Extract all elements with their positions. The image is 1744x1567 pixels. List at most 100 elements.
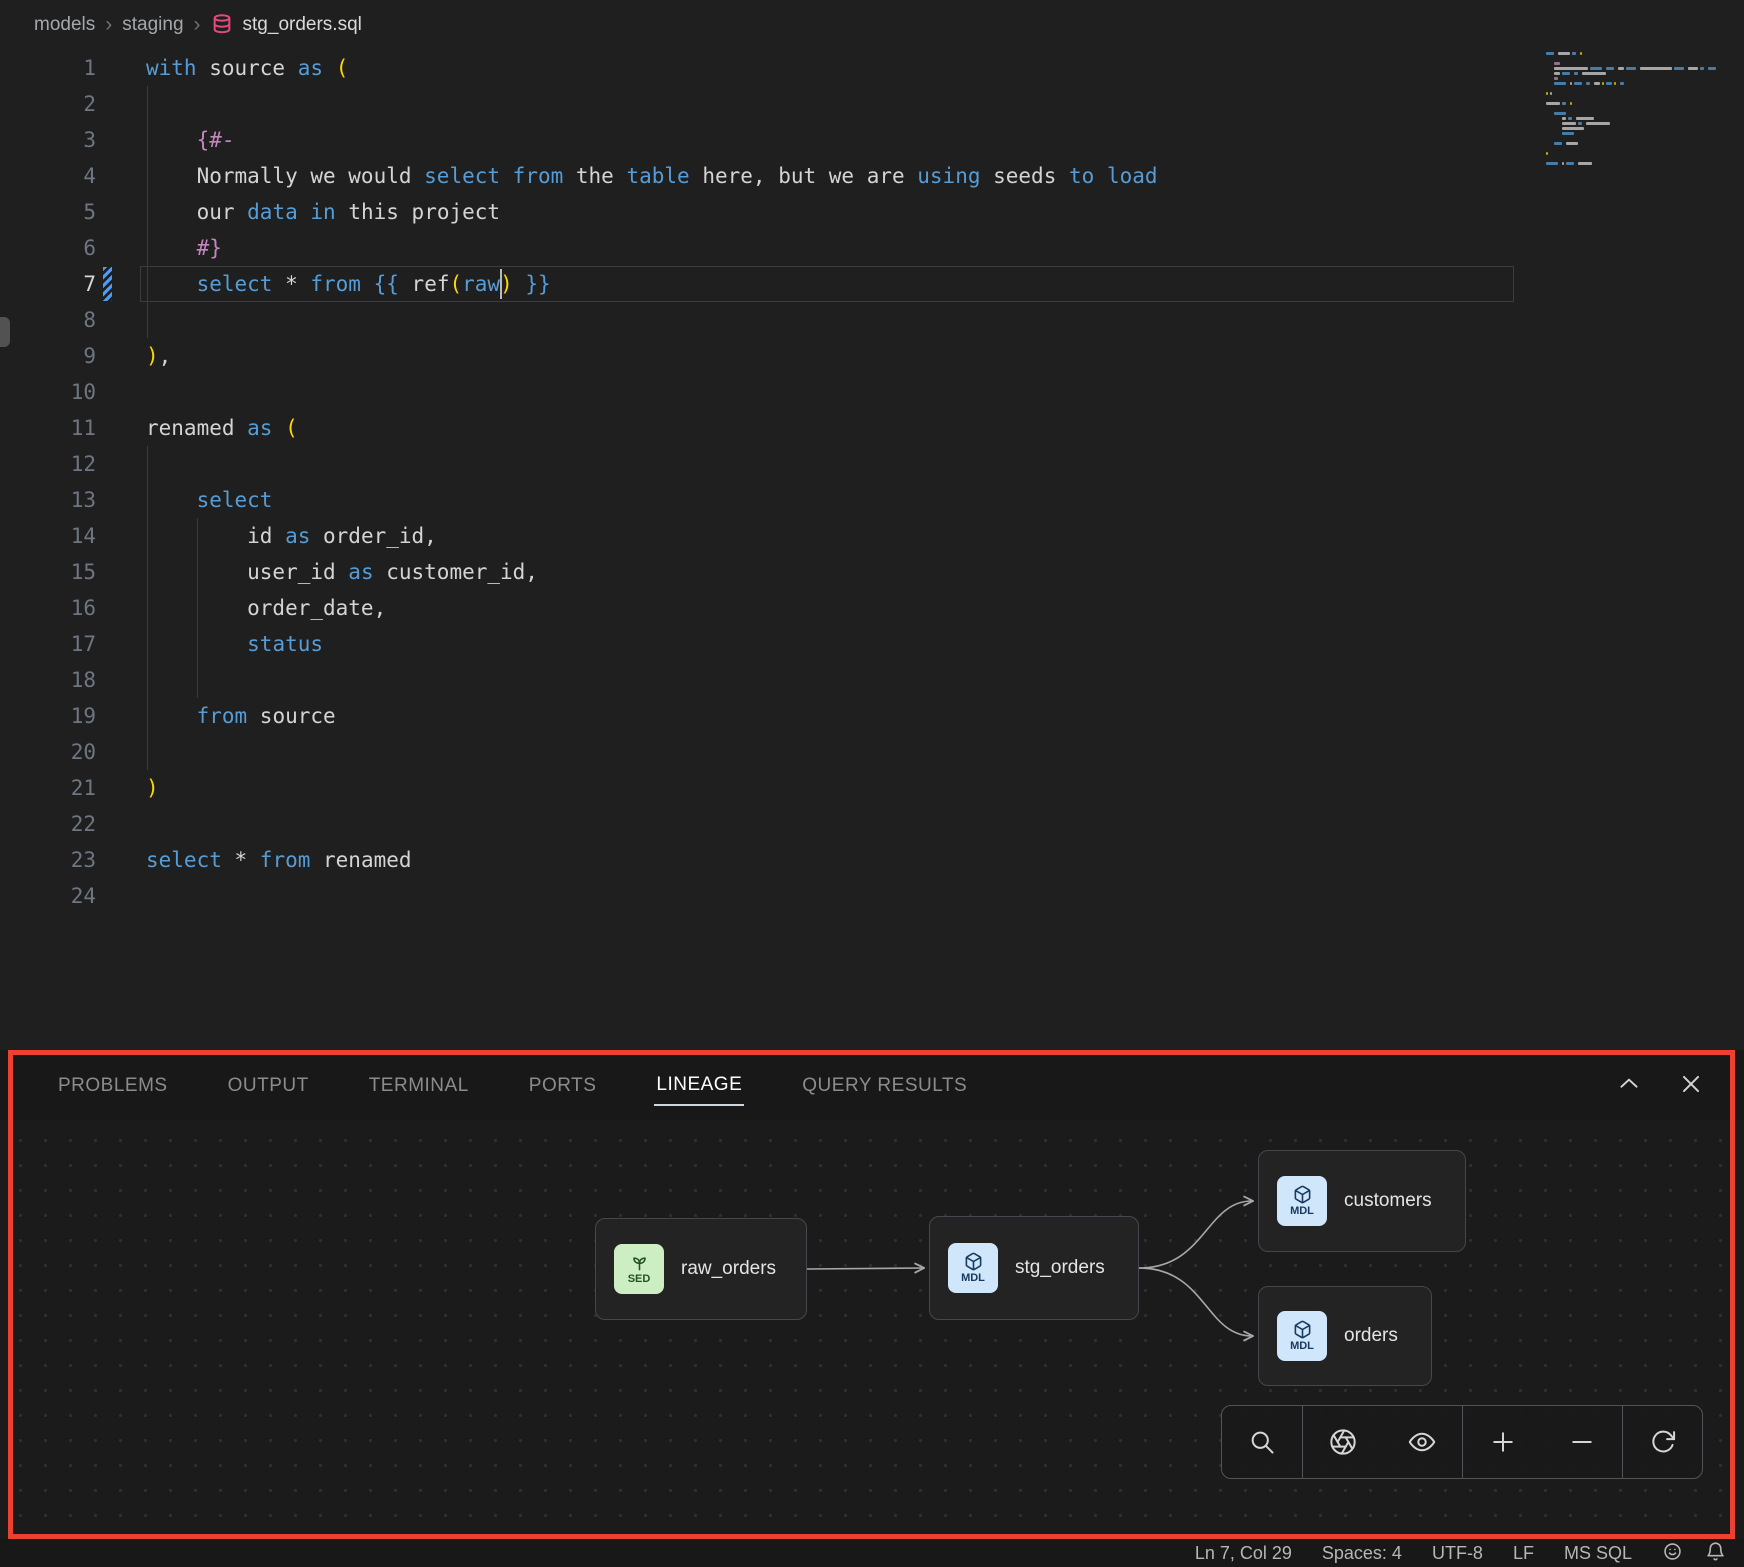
node-label: raw_orders <box>681 1258 776 1280</box>
line-number: 13 <box>0 482 96 518</box>
chevron-right-icon: › <box>194 13 201 37</box>
status-lf[interactable]: LF <box>1513 1543 1534 1564</box>
line-number: 18 <box>0 662 96 698</box>
code-line[interactable]: #} <box>146 230 1158 266</box>
breadcrumb-file[interactable]: stg_orders.sql <box>243 14 362 36</box>
line-number: 11 <box>0 410 96 446</box>
line-number: 6 <box>0 230 96 266</box>
node-label: customers <box>1344 1190 1432 1212</box>
lineage-node-orders[interactable]: MDL orders <box>1258 1286 1432 1386</box>
bell-icon <box>1705 1541 1726 1562</box>
lineage-node-raw_orders[interactable]: SED raw_orders <box>595 1218 807 1320</box>
line-number: 14 <box>0 518 96 554</box>
feedback-icon <box>1662 1541 1683 1562</box>
code-line[interactable]: select * from renamed <box>146 842 1158 878</box>
line-number: 9 <box>0 338 96 374</box>
code-line[interactable] <box>146 446 1158 482</box>
refresh-button[interactable] <box>1622 1406 1702 1478</box>
code-line[interactable]: {#- <box>146 122 1158 158</box>
eye-button[interactable] <box>1382 1406 1462 1478</box>
aperture-icon <box>1329 1428 1357 1456</box>
zoom-in-icon <box>1489 1428 1517 1456</box>
status-utf-8[interactable]: UTF-8 <box>1432 1543 1483 1564</box>
breadcrumb-item-staging[interactable]: staging <box>122 14 183 36</box>
line-number: 7 <box>0 266 96 302</box>
chevron-up-icon <box>1616 1071 1642 1097</box>
code-line[interactable] <box>146 662 1158 698</box>
line-number: 21 <box>0 770 96 806</box>
panel-tab-bar: PROBLEMS OUTPUT TERMINAL PORTS LINEAGE QUERY … <box>0 1050 1744 1120</box>
close-icon <box>1678 1071 1704 1097</box>
code-content[interactable]: with source as ( {#- Normally we would s… <box>146 50 1158 914</box>
panel-tab-problems[interactable]: PROBLEMS <box>56 1065 170 1105</box>
model-icon <box>1293 1320 1312 1339</box>
code-line[interactable]: select <box>146 482 1158 518</box>
panel-tab-ports[interactable]: PORTS <box>527 1065 599 1105</box>
refresh-icon <box>1649 1428 1677 1456</box>
zoom-out-button[interactable] <box>1542 1406 1622 1478</box>
line-number: 10 <box>0 374 96 410</box>
code-line[interactable]: user_id as customer_id, <box>146 554 1158 590</box>
code-line[interactable]: select * from {{ ref(raw) }} <box>146 266 1158 302</box>
search-button[interactable] <box>1222 1406 1302 1478</box>
search-icon <box>1248 1428 1276 1456</box>
code-line[interactable] <box>146 878 1158 914</box>
code-line[interactable]: renamed as ( <box>146 410 1158 446</box>
line-number: 2 <box>0 86 96 122</box>
code-line[interactable]: order_date, <box>146 590 1158 626</box>
bottom-panel: PROBLEMS OUTPUT TERMINAL PORTS LINEAGE QUERY … <box>0 1050 1744 1539</box>
lineage-node-customers[interactable]: MDLcustomers <box>1258 1150 1466 1252</box>
status-spaces-4[interactable]: Spaces: 4 <box>1322 1543 1402 1564</box>
panel-tab-terminal[interactable]: TERMINAL <box>367 1065 471 1105</box>
line-number: 19 <box>0 698 96 734</box>
database-icon <box>211 13 233 37</box>
seed-badge: SED <box>614 1244 664 1294</box>
code-line[interactable] <box>146 734 1158 770</box>
panel-tab-output[interactable]: OUTPUT <box>226 1065 311 1105</box>
code-line[interactable] <box>146 374 1158 410</box>
status-ln-7-col-29[interactable]: Ln 7, Col 29 <box>1195 1543 1292 1564</box>
model-badge: MDL <box>1277 1311 1327 1361</box>
code-line[interactable]: ) <box>146 770 1158 806</box>
zoom-out-icon <box>1568 1428 1596 1456</box>
bell-button[interactable] <box>1705 1541 1726 1565</box>
lineage-toolbar <box>1221 1405 1703 1479</box>
left-edge-handle[interactable] <box>0 317 10 347</box>
panel-tab-lineage[interactable]: LINEAGE <box>654 1064 744 1106</box>
breadcrumb-item-models[interactable]: models <box>34 14 95 36</box>
line-numbers: 123456789101112131415161718192021222324 <box>0 50 118 914</box>
feedback-button[interactable] <box>1662 1541 1683 1565</box>
panel-maximize-button[interactable] <box>1616 1071 1642 1100</box>
chevron-right-icon: › <box>105 13 112 37</box>
code-line[interactable] <box>146 806 1158 842</box>
zoom-in-button[interactable] <box>1462 1406 1542 1478</box>
breadcrumb[interactable]: models › staging › stg_orders.sql <box>0 0 1744 50</box>
minimap[interactable] <box>1546 52 1718 190</box>
panel-tab-query-results[interactable]: QUERY RESULTS <box>800 1065 969 1105</box>
node-label: stg_orders <box>1015 1257 1105 1279</box>
line-number: 12 <box>0 446 96 482</box>
lineage-canvas[interactable]: SEDraw_ordersMDLstg_ordersMDLcustomersMD… <box>0 1120 1744 1539</box>
code-line[interactable] <box>146 302 1158 338</box>
code-line[interactable]: id as order_id, <box>146 518 1158 554</box>
code-line[interactable]: ), <box>146 338 1158 374</box>
code-line[interactable]: from source <box>146 698 1158 734</box>
model-icon <box>1293 1185 1312 1204</box>
code-editor[interactable]: 123456789101112131415161718192021222324 … <box>0 50 1744 1050</box>
code-line[interactable]: Normally we would select from the table … <box>146 158 1158 194</box>
line-number: 20 <box>0 734 96 770</box>
text-cursor <box>500 269 502 299</box>
line-number: 22 <box>0 806 96 842</box>
code-line[interactable]: with source as ( <box>146 50 1158 86</box>
code-line[interactable]: our data in this project <box>146 194 1158 230</box>
vscode-window: models › staging › stg_orders.sql 123456… <box>0 0 1744 1567</box>
lineage-node-stg_orders[interactable]: MDLstg_orders <box>929 1216 1139 1320</box>
code-line[interactable] <box>146 86 1158 122</box>
node-label: orders <box>1344 1325 1398 1347</box>
code-line[interactable]: status <box>146 626 1158 662</box>
status-ms-sql[interactable]: MS SQL <box>1564 1543 1632 1564</box>
line-number: 4 <box>0 158 96 194</box>
aperture-button[interactable] <box>1302 1406 1382 1478</box>
panel-close-button[interactable] <box>1678 1071 1704 1100</box>
eye-icon <box>1408 1428 1436 1456</box>
